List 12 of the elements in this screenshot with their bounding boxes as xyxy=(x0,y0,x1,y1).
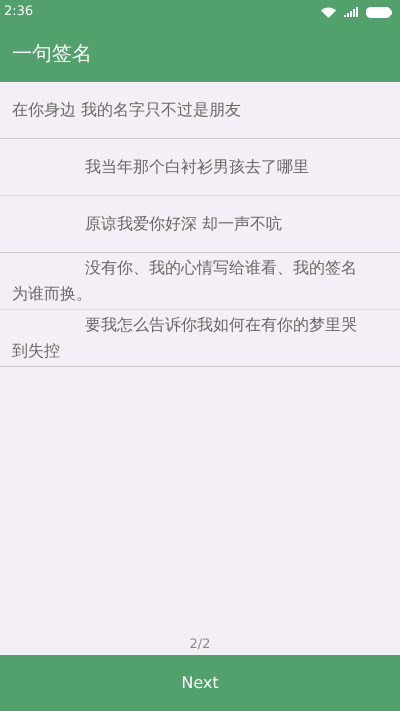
page-indicator: 2/2 xyxy=(188,636,212,653)
app-title: 一句签名 xyxy=(12,40,92,67)
wifi-icon xyxy=(321,6,336,18)
signature-text[interactable]: 要我怎么告诉你我如何在有你的梦里哭到失控 xyxy=(0,312,400,364)
next-button[interactable]: Next xyxy=(181,671,219,695)
battery-icon xyxy=(366,6,392,18)
signature-text[interactable]: 没有你、我的心情写给谁看、我的签名为谁而换。 xyxy=(0,255,400,307)
status-time: 2:36 xyxy=(4,3,34,22)
signal-icon xyxy=(344,7,358,17)
signature-text[interactable]: 在你身边 我的名字只不过是朋友 xyxy=(0,97,400,123)
signature-text[interactable]: 我当年那个白衬衫男孩去了哪里 xyxy=(0,154,400,180)
signature-text[interactable]: 原谅我爱你好深 却一声不吭 xyxy=(0,211,400,237)
